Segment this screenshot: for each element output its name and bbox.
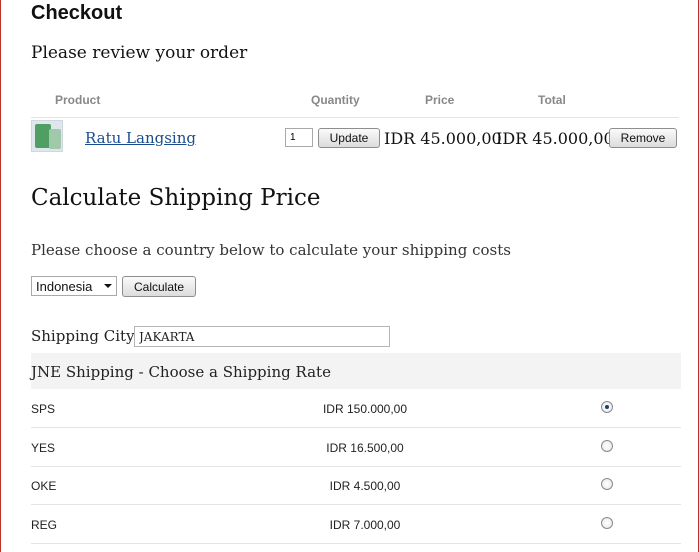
rate-row[interactable]: OKE IDR 4.500,00	[31, 466, 681, 505]
rate-row[interactable]: REG IDR 7.000,00	[31, 505, 681, 544]
rate-code: SPS	[31, 402, 56, 416]
quantity-input[interactable]	[285, 128, 313, 147]
rate-section-title: JNE Shipping - Choose a Shipping Rate	[31, 363, 331, 381]
item-total: IDR 45.000,00	[496, 129, 614, 148]
chevron-down-icon	[104, 284, 112, 288]
rate-radio[interactable]	[601, 401, 613, 413]
item-price: IDR 45.000,00	[384, 129, 502, 148]
page-title: Checkout	[31, 2, 123, 24]
rate-amount: IDR 7.000,00	[329, 518, 401, 532]
rate-amount: IDR 150.000,00	[322, 402, 408, 416]
review-subtitle: Please review your order	[31, 43, 248, 63]
remove-button[interactable]: Remove	[609, 128, 677, 148]
rate-amount: IDR 16.500,00	[326, 441, 404, 455]
shipping-city-input[interactable]	[134, 326, 390, 347]
product-thumbnail[interactable]	[31, 120, 63, 152]
rate-row[interactable]: YES IDR 16.500,00	[31, 428, 681, 467]
column-header-product: Product	[55, 93, 101, 107]
update-button[interactable]: Update	[318, 128, 380, 148]
rate-radio[interactable]	[601, 478, 613, 490]
shipping-heading: Calculate Shipping Price	[31, 185, 321, 211]
calculate-button[interactable]: Calculate	[122, 276, 196, 297]
rate-radio[interactable]	[601, 440, 613, 452]
column-header-price: Price	[425, 93, 455, 107]
rate-code: REG	[31, 518, 58, 532]
product-link[interactable]: Ratu Langsing	[85, 129, 196, 147]
table-divider	[31, 117, 679, 118]
country-select-value: Indonesia	[36, 279, 93, 294]
shipping-city-label: Shipping City:	[31, 327, 140, 345]
column-header-total: Total	[538, 93, 566, 107]
column-header-quantity: Quantity	[311, 93, 360, 107]
rate-amount: IDR 4.500,00	[329, 479, 401, 493]
rate-code: OKE	[31, 479, 57, 493]
rate-radio[interactable]	[601, 517, 613, 529]
rate-code: YES	[31, 441, 56, 455]
country-select[interactable]: Indonesia	[31, 276, 117, 296]
shipping-description: Please choose a country below to calcula…	[31, 241, 511, 259]
rate-row[interactable]: SPS IDR 150.000,00	[31, 389, 681, 428]
